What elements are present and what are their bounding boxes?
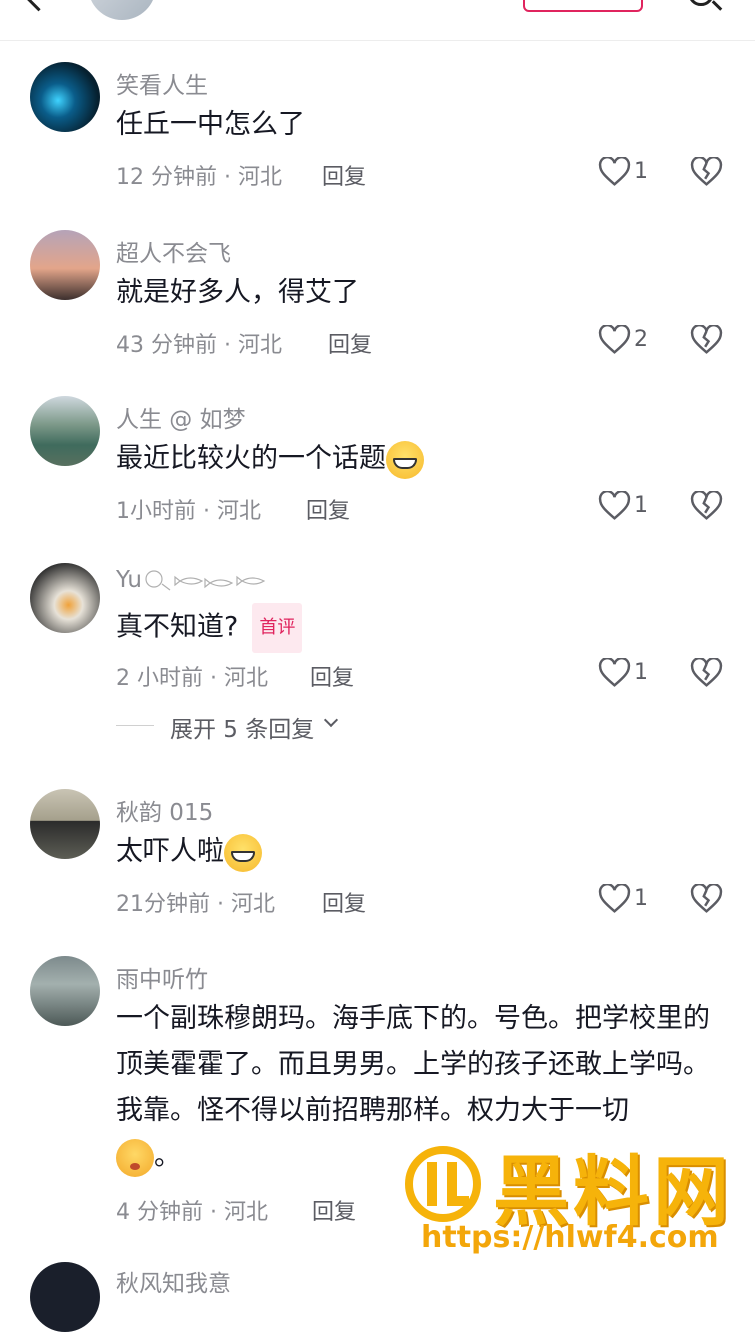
- comment-text: 就是好多人，得艾了: [116, 277, 359, 308]
- avatar[interactable]: [30, 396, 100, 466]
- username[interactable]: Yu: [116, 567, 274, 593]
- comment-text-body: 最近比较火的一个话题: [116, 443, 386, 474]
- search-icon[interactable]: [688, 0, 714, 6]
- heart-icon[interactable]: [598, 491, 631, 521]
- username[interactable]: 秋韵 015: [116, 793, 213, 827]
- like-count: 2: [634, 327, 648, 352]
- comment-text: 任丘一中怎么了: [116, 109, 305, 140]
- sleepy-emoji-icon: [116, 1138, 154, 1177]
- comment-time: 21分钟前 · 河北: [116, 892, 275, 917]
- comment-text: 真不知道? 首评: [116, 603, 726, 653]
- reply-button[interactable]: 回复: [310, 660, 354, 692]
- grin-emoji-icon: [224, 833, 262, 872]
- avatar[interactable]: [30, 563, 100, 633]
- comment-text-body: 一个副珠穆朗玛。海手底下的。号色。把学校里的顶美霍霍了。而且男男。上学的孩子还敢…: [116, 1003, 710, 1126]
- avatar[interactable]: [30, 789, 100, 859]
- heart-icon[interactable]: [598, 157, 631, 187]
- comment-text-body: 真不知道?: [116, 611, 239, 643]
- expand-replies-label: 展开 5 条回复: [170, 717, 315, 743]
- broken-heart-icon[interactable]: [690, 491, 723, 521]
- broken-heart-icon[interactable]: [690, 157, 723, 187]
- broken-heart-icon[interactable]: [690, 884, 723, 914]
- like-count: 1: [634, 159, 648, 184]
- divider: [116, 725, 154, 726]
- avatar[interactable]: [30, 62, 100, 132]
- comment-time: 4 分钟前 · 河北: [116, 1200, 268, 1225]
- heart-icon[interactable]: [598, 325, 631, 355]
- reply-button[interactable]: 回复: [322, 886, 366, 918]
- top-bar: [0, 0, 755, 41]
- comment-text: 最近比较火的一个话题: [116, 436, 726, 482]
- comment-time: 43 分钟前 · 河北: [116, 333, 282, 358]
- like-count: 1: [634, 493, 648, 518]
- avatar[interactable]: [30, 230, 100, 300]
- reply-button[interactable]: 回复: [312, 1194, 356, 1226]
- broken-heart-icon[interactable]: [690, 325, 723, 355]
- watermark-logo-icon: [405, 1146, 481, 1222]
- username[interactable]: 秋风知我意: [116, 1264, 231, 1298]
- fish-decoration-icon: [145, 569, 266, 590]
- follow-button[interactable]: [523, 0, 643, 12]
- avatar[interactable]: [88, 0, 156, 20]
- comment-time: 1小时前 · 河北: [116, 499, 261, 524]
- watermark-url: https://hlwf4.com: [421, 1220, 719, 1255]
- first-comment-badge: 首评: [252, 603, 303, 653]
- comment-text-body: 太吓人啦: [116, 836, 224, 867]
- username[interactable]: 笑看人生: [116, 66, 208, 100]
- back-icon[interactable]: [23, 0, 54, 12]
- chevron-down-icon: [323, 712, 339, 728]
- reply-button[interactable]: 回复: [306, 493, 350, 525]
- grin-emoji-icon: [386, 440, 424, 479]
- comment-text-end: 。: [154, 1141, 181, 1172]
- watermark: 黑料网 https://hlwf4.com: [405, 1140, 745, 1270]
- comment-time: 2 小时前 · 河北: [116, 666, 268, 691]
- avatar[interactable]: [30, 1262, 100, 1332]
- like-count: 1: [634, 660, 648, 685]
- username[interactable]: 雨中听竹: [116, 960, 208, 994]
- reply-button[interactable]: 回复: [328, 327, 372, 359]
- reply-button[interactable]: 回复: [322, 159, 366, 191]
- heart-icon[interactable]: [598, 884, 631, 914]
- comment-text: 太吓人啦: [116, 829, 726, 875]
- username-text: Yu: [116, 567, 142, 593]
- avatar[interactable]: [30, 956, 100, 1026]
- username[interactable]: 人生 @ 如梦: [116, 400, 246, 434]
- comment-time: 12 分钟前 · 河北: [116, 165, 282, 190]
- heart-icon[interactable]: [598, 658, 631, 688]
- username[interactable]: 超人不会飞: [116, 234, 231, 268]
- like-count: 1: [634, 886, 648, 911]
- broken-heart-icon[interactable]: [690, 658, 723, 688]
